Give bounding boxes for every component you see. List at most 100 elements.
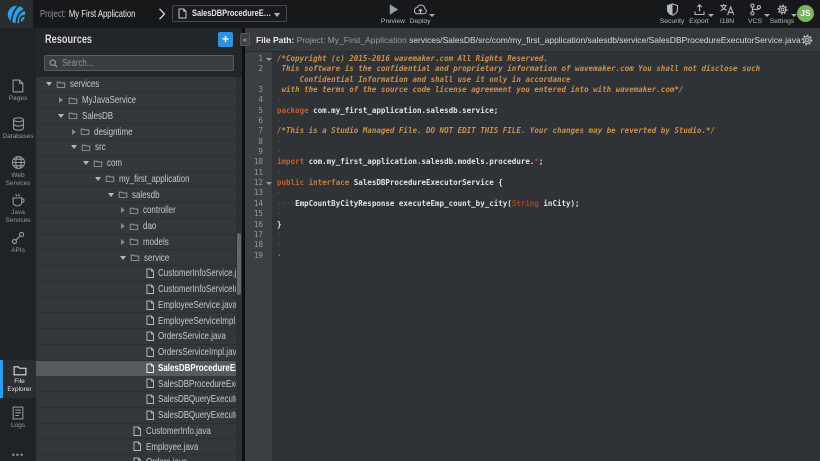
- tree-folder-services[interactable]: services: [36, 77, 236, 93]
- rail-item-label: File Explorer: [3, 378, 37, 393]
- file-icon: [133, 441, 142, 452]
- caret-expanded-icon[interactable]: [71, 145, 77, 149]
- tree-item-label: dao: [143, 220, 156, 232]
- rail-item-apis[interactable]: APIs: [0, 231, 36, 255]
- caret-collapsed-icon[interactable]: [121, 207, 125, 213]
- add-resource-button[interactable]: +: [218, 32, 233, 47]
- caret-expanded-icon[interactable]: [46, 82, 52, 86]
- rail-item-java-services[interactable]: Java Services: [0, 193, 36, 224]
- caret-collapsed-icon[interactable]: [72, 129, 76, 135]
- rail-item-label: Java Services: [1, 209, 35, 224]
- file-icon: [133, 426, 142, 437]
- search-icon: [49, 59, 58, 68]
- tree-folder-com[interactable]: com: [36, 156, 236, 172]
- resources-tree: servicesMyJavaServiceSalesDBdesigntime sr…: [36, 77, 236, 461]
- code-line-11: ·: [272, 168, 820, 178]
- file-path: File Path: Project: My_First_Application…: [256, 28, 801, 52]
- tree-file-EmployeeServiceImpl.java[interactable]: EmployeeServiceImpl.java: [36, 313, 236, 329]
- tree-item-label: CustomerInfoService.java: [158, 267, 236, 279]
- line-number: 1: [245, 54, 272, 64]
- coffee-icon: [11, 193, 26, 207]
- folder-icon: [93, 160, 103, 167]
- rail-item-web-services[interactable]: Web Services: [0, 155, 36, 187]
- tree-folder-dao[interactable]: dao: [36, 219, 236, 235]
- tree-folder-service[interactable]: service: [36, 250, 236, 266]
- folder-icon: [129, 238, 139, 245]
- line-number: 5: [245, 106, 272, 116]
- tree-file-SalesDBProcedureExecutorServiceImpl.java[interactable]: SalesDBProcedureExecutorServiceImpl.java: [36, 376, 236, 392]
- file-icon: [146, 331, 155, 342]
- tree-file-CustomerInfoService.java[interactable]: CustomerInfoService.java: [36, 266, 236, 282]
- rail-item-label: APIs: [1, 247, 35, 255]
- tree-folder-src[interactable]: src: [36, 140, 236, 156]
- tree-scrollbar[interactable]: [236, 77, 242, 461]
- code-line-3: with the terms of the source code licens…: [272, 85, 820, 95]
- tree-file-Orders.java[interactable]: Orders.java: [36, 455, 236, 461]
- tree-file-SalesDBQueryExecutorServiceImpl.java[interactable]: SalesDBQueryExecutorServiceImpl.java: [36, 408, 236, 424]
- tree-item-label: EmployeeService.java: [158, 299, 236, 311]
- tree-item-label: controller: [143, 204, 176, 216]
- caret-expanded-icon[interactable]: [83, 161, 89, 165]
- file-icon: [146, 300, 155, 311]
- line-number: 16: [245, 220, 272, 230]
- tree-file-OrdersServiceImpl.java[interactable]: OrdersServiceImpl.java: [36, 345, 236, 361]
- caret-expanded-icon[interactable]: [108, 193, 114, 197]
- project-title: Project:My First Application: [40, 0, 135, 28]
- rail-item-logs[interactable]: Logs: [0, 406, 36, 430]
- user-avatar[interactable]: JS: [797, 5, 814, 22]
- tree-scrollbar-thumb[interactable]: [237, 233, 241, 295]
- caret-collapsed-icon[interactable]: [121, 239, 125, 245]
- tree-folder-models[interactable]: models: [36, 235, 236, 251]
- wavemaker-studio: Project:My First Application SalesDBProc…: [0, 0, 820, 461]
- tree-file-SalesDBProcedureExecutorService.java[interactable]: SalesDBProcedureExecutorService.java: [36, 361, 236, 377]
- tree-item-label: CustomerInfo.java: [146, 425, 211, 437]
- open-file-selector[interactable]: SalesDBProcedureE…: [172, 5, 287, 22]
- tree-item-label: SalesDBProcedureExecutorServiceImpl.java: [158, 378, 236, 390]
- database-icon: [12, 117, 25, 131]
- rail-item-label: Logs: [1, 422, 35, 430]
- tree-item-label: OrdersServiceImpl.java: [158, 346, 236, 358]
- file-settings-gear-icon[interactable]: [800, 33, 814, 47]
- wavemaker-logo[interactable]: [0, 0, 33, 28]
- rail-more-button[interactable]: •••: [0, 450, 36, 460]
- resources-search[interactable]: Search...: [44, 55, 234, 71]
- caret-collapsed-icon[interactable]: [59, 97, 63, 103]
- tree-file-Employee.java[interactable]: Employee.java: [36, 439, 236, 455]
- folder-icon: [13, 365, 27, 376]
- tree-file-CustomerInfo.java[interactable]: CustomerInfo.java: [36, 424, 236, 440]
- rail-item-label: Web Services: [1, 172, 35, 187]
- line-number: 10: [245, 157, 272, 167]
- link-icon: [11, 231, 25, 245]
- caret-expanded-icon[interactable]: [120, 256, 126, 260]
- rail-item-databases[interactable]: Databases: [0, 117, 36, 141]
- tree-folder-MyJavaService[interactable]: MyJavaService: [36, 93, 236, 109]
- tree-file-OrdersService.java[interactable]: OrdersService.java: [36, 329, 236, 345]
- collapse-panel-button[interactable]: «: [240, 33, 250, 46]
- tree-file-CustomerInfoServiceImpl.java[interactable]: CustomerInfoServiceImpl.java: [36, 282, 236, 298]
- code-line-4: ·: [272, 95, 820, 105]
- tree-file-EmployeeService.java[interactable]: EmployeeService.java: [36, 298, 236, 314]
- tree-file-SalesDBQueryExecutorService.java[interactable]: SalesDBQueryExecutorService.java: [36, 392, 236, 408]
- code-line-9: ·: [272, 147, 820, 157]
- cloud-upload-icon: [398, 3, 442, 16]
- caret-collapsed-icon[interactable]: [121, 223, 125, 229]
- caret-expanded-icon[interactable]: [95, 177, 101, 181]
- caret-expanded-icon[interactable]: [58, 114, 64, 118]
- logs-icon: [12, 406, 24, 420]
- tree-folder-controller[interactable]: controller: [36, 203, 236, 219]
- editor-code[interactable]: /*Copyright (c) 2015-2016 wavemaker.com …: [272, 52, 820, 461]
- tree-folder-my_first_application[interactable]: my_first_application: [36, 172, 236, 188]
- deploy-button[interactable]: Deploy: [398, 3, 442, 25]
- code-line-12: public interface SalesDBProcedureExecuto…: [272, 178, 820, 188]
- tree-item-label: designtime: [94, 126, 133, 138]
- rail-item-pages[interactable]: Pages: [0, 79, 36, 103]
- tree-folder-SalesDB[interactable]: SalesDB: [36, 109, 236, 125]
- tree-folder-salesdb[interactable]: salesdb: [36, 187, 236, 203]
- tree-item-label: my_first_application: [119, 173, 190, 185]
- tree-folder-designtime[interactable]: designtime: [36, 124, 236, 140]
- line-number: 15: [245, 209, 272, 219]
- code-line-7: /*This is a Studio Managed File. DO NOT …: [272, 126, 820, 136]
- code-line-18: ·: [272, 240, 820, 250]
- left-rail: Pages Databases Web Services Java Services A…: [0, 28, 36, 461]
- rail-item-file-explorer[interactable]: File Explorer: [0, 360, 36, 398]
